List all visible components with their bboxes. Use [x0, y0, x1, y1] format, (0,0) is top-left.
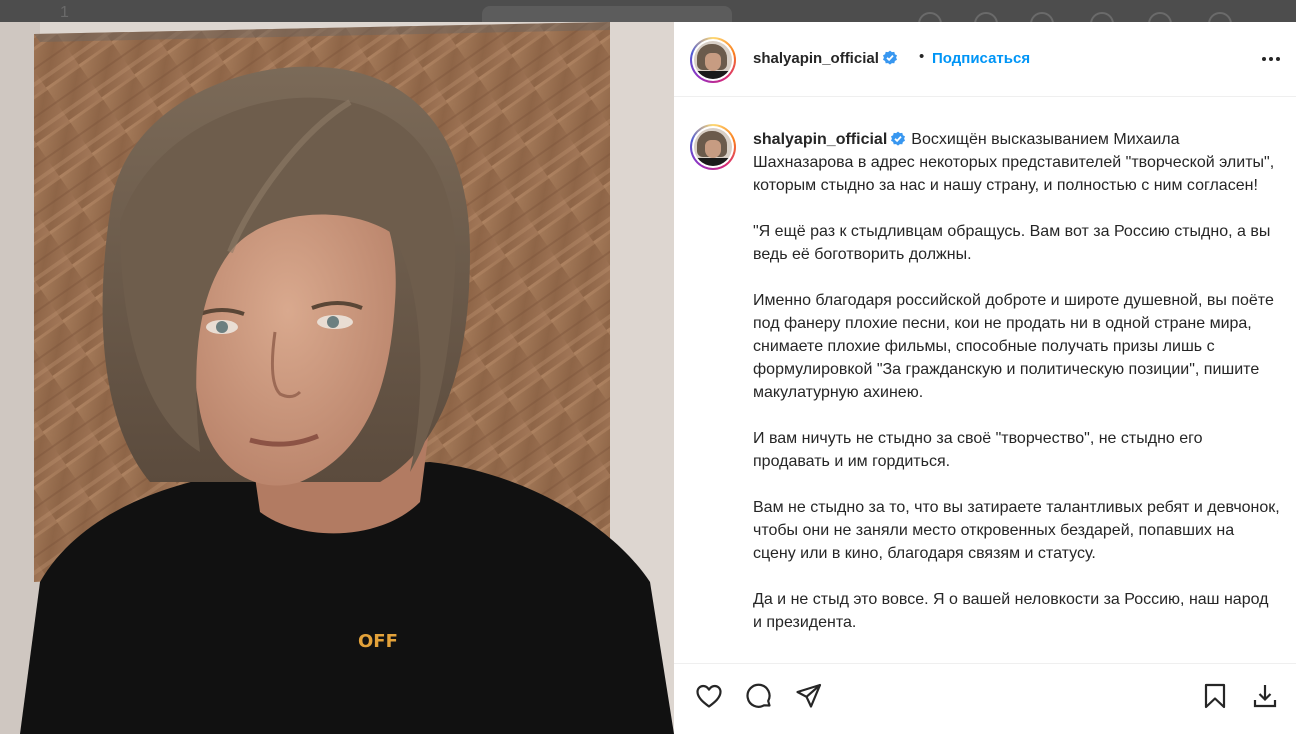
header-separator: • [919, 48, 925, 65]
shirt-print-text: OFF [358, 631, 398, 652]
caption-paragraph: И вам ничуть не стыдно за своё "творчест… [753, 430, 1203, 470]
heart-icon[interactable] [694, 681, 724, 711]
caption-username[interactable]: shalyapin_official [753, 131, 887, 148]
post-caption: shalyapin_official Восхищён высказыванием… [753, 128, 1281, 657]
bookmark-icon[interactable] [1200, 681, 1230, 711]
author-username[interactable]: shalyapin_official [753, 50, 879, 67]
background-search [482, 6, 732, 22]
verified-badge-icon [882, 50, 897, 65]
background-explore-icon [1090, 12, 1114, 22]
verified-badge-icon [891, 131, 906, 146]
caption-paragraph: "Я ещё раз к стыдливцам обращусь. Вам во… [753, 223, 1271, 263]
post-photo-image: OFF [0, 22, 674, 734]
comment-icon[interactable] [744, 681, 774, 711]
download-icon[interactable] [1250, 681, 1280, 711]
background-logo: 1 [60, 4, 69, 21]
caption-paragraph: Да и не стыд это вовсе. Я о вашей неловк… [753, 591, 1269, 631]
caption-area: shalyapin_official Восхищён высказыванием… [674, 97, 1296, 663]
background-profile-icon [1208, 12, 1232, 22]
author-avatar[interactable] [690, 37, 736, 83]
post-details-panel: shalyapin_official • Подписаться shalyap… [674, 22, 1296, 734]
caption-paragraph: Именно благодаря российской доброте и ши… [753, 292, 1274, 401]
post-actions-bar [674, 663, 1296, 734]
background-messenger-icon [974, 12, 998, 22]
follow-button[interactable]: Подписаться [932, 49, 1030, 69]
more-options-icon[interactable] [1258, 48, 1284, 70]
post-header: shalyapin_official • Подписаться [674, 22, 1296, 97]
post-photo[interactable]: OFF [0, 22, 674, 734]
background-heart-icon [1148, 12, 1172, 22]
background-page-bar: 1 [0, 0, 1296, 22]
share-icon[interactable] [794, 681, 824, 711]
caption-author-avatar[interactable] [690, 124, 736, 170]
author-line: shalyapin_official [753, 49, 898, 69]
background-add-icon [1030, 12, 1054, 22]
caption-paragraph: Вам не стыдно за то, что вы затираете та… [753, 499, 1280, 562]
background-home-icon [918, 12, 942, 22]
caption-paragraph: shalyapin_official Восхищён высказыванием… [753, 128, 1281, 197]
